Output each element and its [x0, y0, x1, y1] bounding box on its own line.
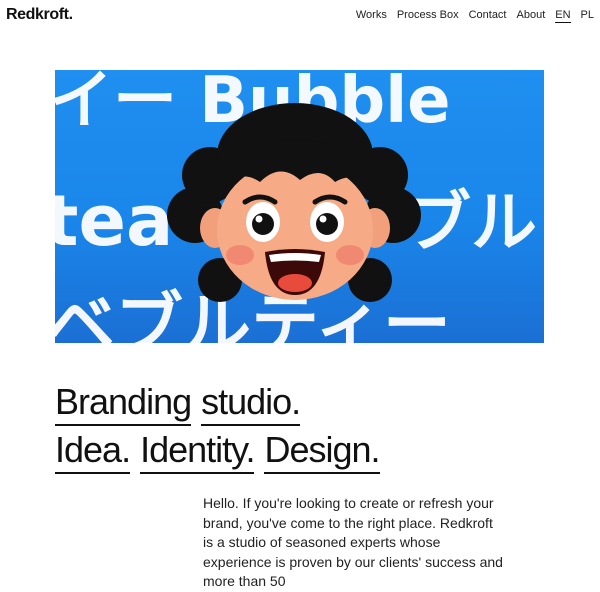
headline-line-1: Branding studio.: [55, 378, 380, 426]
hero-bg-text-3: ブル: [405, 184, 537, 261]
lang-en[interactable]: EN: [555, 9, 571, 23]
site-header: Redkroft. Works Process Box Contact Abou…: [0, 0, 600, 32]
nav-about[interactable]: About: [517, 9, 546, 23]
nav-works[interactable]: Works: [356, 9, 387, 23]
hero-bg-text-4: ベブルティー: [55, 286, 451, 343]
hero-illustration: イー Bubble tea ブル ベブルティー: [55, 70, 537, 343]
brand-logo[interactable]: Redkroft.: [6, 6, 73, 24]
hero-image: イー Bubble tea ブル ベブルティー: [55, 70, 544, 343]
main-nav: Works Process Box Contact About EN PL: [356, 9, 594, 23]
hero-headline: Branding studio. Idea. Identity. Design.: [55, 378, 381, 474]
hero-bg-text-2: tea: [55, 180, 173, 262]
headline-word-idea[interactable]: Idea.: [55, 430, 131, 474]
intro-paragraph: Hello. If you're looking to create or re…: [203, 495, 503, 589]
headline-word-identity[interactable]: Identity.: [140, 430, 255, 474]
headline-word-branding[interactable]: Branding: [55, 382, 192, 426]
nav-contact[interactable]: Contact: [469, 9, 507, 23]
headline-word-studio[interactable]: studio.: [201, 382, 301, 426]
headline-word-design[interactable]: Design.: [264, 430, 381, 474]
lang-pl[interactable]: PL: [581, 9, 594, 23]
nav-process-box[interactable]: Process Box: [397, 9, 459, 23]
headline-line-2: Idea. Identity. Design.: [55, 426, 381, 474]
